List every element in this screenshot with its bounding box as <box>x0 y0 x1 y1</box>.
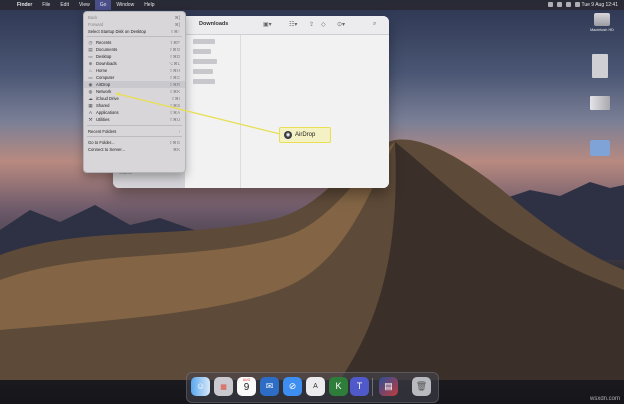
airdrop-callout: ◉ AirDrop <box>279 127 331 143</box>
desktop-file-icon[interactable] <box>590 96 610 110</box>
launchpad-icon[interactable]: ▦ <box>214 377 233 396</box>
teams-icon[interactable]: T <box>350 377 369 396</box>
desktop-file-icon[interactable] <box>592 54 608 78</box>
dock: ☺ ▦ AUG 9 ✉ ⊘ A K T ▤ 🗑 <box>186 372 439 403</box>
hard-drive-icon <box>594 13 610 26</box>
airdrop-icon: ◉ <box>284 131 292 139</box>
photo-folder-icon[interactable]: ▤ <box>379 377 398 396</box>
desktop-folder-icon[interactable] <box>590 140 610 156</box>
callout-pointer-line <box>116 92 281 135</box>
hdd-label: Macintosh HD <box>590 28 614 32</box>
callout-label: AirDrop <box>295 132 316 138</box>
trash-icon[interactable]: 🗑 <box>412 377 431 396</box>
safari-icon[interactable]: ⊘ <box>283 377 302 396</box>
font-book-icon[interactable]: A <box>306 377 325 396</box>
dock-separator <box>372 378 373 396</box>
watermark: wsxdn.com <box>589 396 620 402</box>
finder-icon[interactable]: ☺ <box>191 377 210 396</box>
keka-icon[interactable]: K <box>329 377 348 396</box>
thunderbird-icon[interactable]: ✉ <box>260 377 279 396</box>
calendar-icon[interactable]: AUG 9 <box>237 377 256 396</box>
macintosh-hd-icon[interactable]: Macintosh HD <box>585 13 619 32</box>
